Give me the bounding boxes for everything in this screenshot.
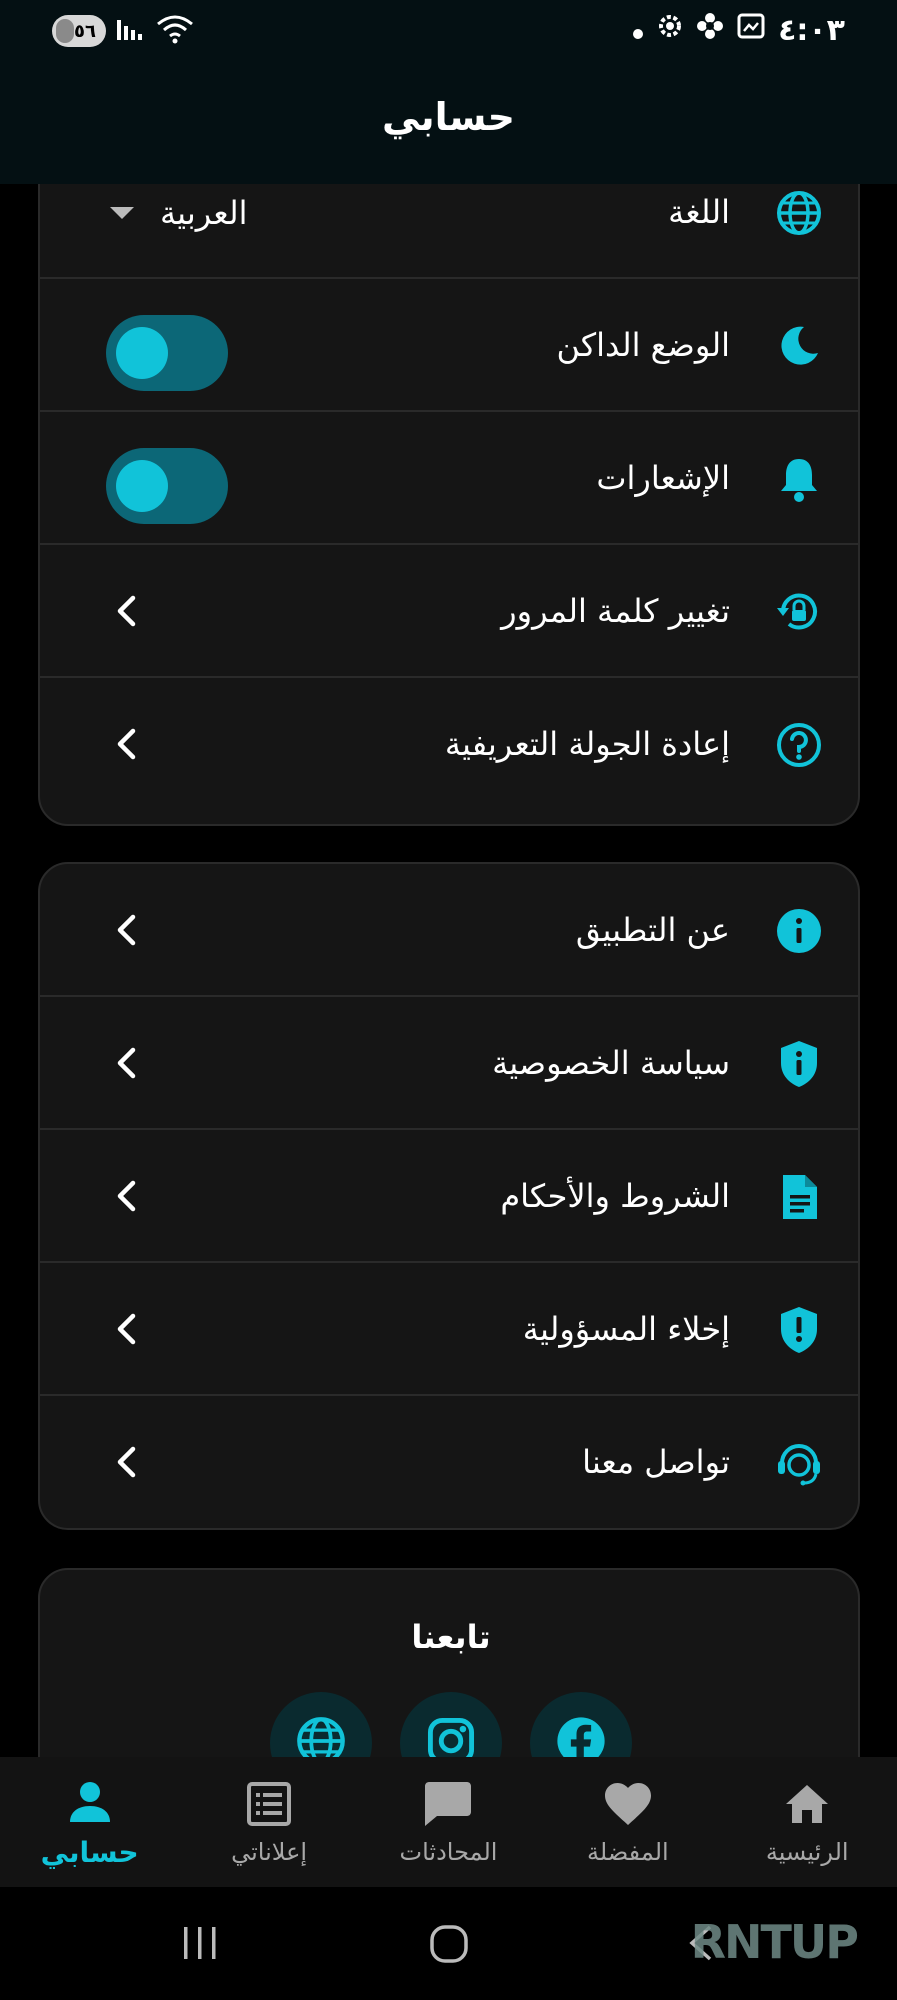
info-icon xyxy=(774,906,824,956)
home-button[interactable] xyxy=(428,1923,470,1969)
language-row[interactable]: اللغة العربية xyxy=(40,184,858,279)
replay-tour-label: إعادة الجولة التعريفية xyxy=(444,725,730,763)
signal-icon xyxy=(116,16,146,46)
disclaimer-row[interactable]: إخلاء المسؤولية xyxy=(40,1263,858,1396)
language-value: العربية xyxy=(160,193,248,232)
chevron-left-icon xyxy=(108,1045,144,1081)
nav-my-ads-label: إعلاناتي xyxy=(231,1838,308,1866)
nav-my-ads[interactable]: إعلاناتي xyxy=(184,1778,354,1866)
language-dropdown[interactable]: العربية xyxy=(110,184,247,279)
screenshot-icon xyxy=(736,12,766,48)
instagram-button[interactable] xyxy=(400,1692,502,1757)
status-bar: ٥٦ ٤:٠٣ xyxy=(0,0,897,62)
nav-home-label: الرئيسية xyxy=(765,1838,849,1866)
article-icon xyxy=(243,1778,295,1830)
globe-icon xyxy=(774,188,824,238)
wifi-icon xyxy=(156,14,194,48)
follow-us-title: تابعنا xyxy=(411,1618,491,1656)
replay-tour-row[interactable]: إعادة الجولة التعريفية xyxy=(40,678,858,811)
terms-label: الشروط والأحكام xyxy=(500,1177,730,1215)
nav-account-label: حسابي xyxy=(40,1835,139,1869)
nav-home[interactable]: الرئيسية xyxy=(722,1778,892,1866)
chevron-left-icon xyxy=(108,1311,144,1347)
nav-account[interactable]: حسابي xyxy=(5,1776,175,1869)
info-card: عن التطبيق سياسة الخصوصية الشروط والأحكا… xyxy=(38,862,860,1530)
facebook-icon xyxy=(554,1714,608,1757)
support-agent-icon xyxy=(774,1438,824,1488)
system-navigation-bar: RNTUP xyxy=(0,1887,897,2000)
privacy-row[interactable]: سياسة الخصوصية xyxy=(40,997,858,1130)
about-label: عن التطبيق xyxy=(575,911,730,949)
status-time: ٤:٠٣ xyxy=(778,12,845,48)
change-password-label: تغيير كلمة المرور xyxy=(501,592,730,630)
dark-mode-label: الوضع الداكن xyxy=(556,326,730,364)
battery-level: ٥٦ xyxy=(74,20,96,42)
shield-info-icon xyxy=(774,1039,824,1089)
status-right: ٤:٠٣ xyxy=(632,12,845,48)
settings-gear-icon xyxy=(656,12,684,48)
moon-icon xyxy=(774,321,824,371)
bell-icon xyxy=(774,454,824,504)
chevron-left-icon xyxy=(108,593,144,629)
follow-us-card: تابعنا xyxy=(38,1568,860,1757)
website-button[interactable] xyxy=(270,1692,372,1757)
chevron-left-icon xyxy=(108,1178,144,1214)
dark-mode-toggle[interactable] xyxy=(106,315,228,391)
person-icon xyxy=(64,1776,116,1828)
notifications-toggle[interactable] xyxy=(106,448,228,524)
dark-mode-row: الوضع الداكن xyxy=(40,279,858,412)
globe-icon xyxy=(295,1715,347,1757)
notifications-row: الإشعارات xyxy=(40,412,858,545)
battery-indicator: ٥٦ xyxy=(52,15,106,47)
contact-row[interactable]: تواصل معنا xyxy=(40,1396,858,1528)
nav-favorites-label: المفضلة xyxy=(587,1838,669,1866)
help-circle-icon xyxy=(774,720,824,770)
nav-chats[interactable]: المحادثات xyxy=(363,1778,533,1866)
chevron-left-icon xyxy=(108,1444,144,1480)
heart-icon xyxy=(602,1778,654,1830)
instagram-icon xyxy=(425,1715,477,1757)
document-icon xyxy=(774,1172,824,1222)
language-label: اللغة xyxy=(668,193,730,231)
flower-icon xyxy=(696,12,724,48)
privacy-label: سياسة الخصوصية xyxy=(492,1044,730,1082)
contact-label: تواصل معنا xyxy=(582,1443,730,1481)
about-row[interactable]: عن التطبيق xyxy=(40,864,858,997)
home-icon xyxy=(781,1778,833,1830)
chat-bubble-icon xyxy=(422,1778,474,1830)
watermark-logo: RNTUP xyxy=(690,1915,859,1969)
bottom-navigation: الرئيسية المفضلة المحادثات إعلاناتي حساب… xyxy=(0,1757,897,1887)
nav-chats-label: المحادثات xyxy=(399,1838,498,1866)
disclaimer-label: إخلاء المسؤولية xyxy=(522,1310,730,1348)
page-title: حسابي xyxy=(381,95,516,139)
lock-reset-icon xyxy=(774,587,824,637)
app-bar: حسابي xyxy=(0,62,897,184)
social-links xyxy=(40,1692,858,1757)
facebook-button[interactable] xyxy=(530,1692,632,1757)
chevron-left-icon xyxy=(108,912,144,948)
nav-favorites[interactable]: المفضلة xyxy=(543,1778,713,1866)
chevron-left-icon xyxy=(108,726,144,762)
shield-alert-icon xyxy=(774,1305,824,1355)
notifications-label: الإشعارات xyxy=(596,459,730,497)
status-left: ٥٦ xyxy=(52,14,194,48)
change-password-row[interactable]: تغيير كلمة المرور xyxy=(40,545,858,678)
recent-apps-button[interactable] xyxy=(180,1923,220,1967)
preferences-card: اللغة العربية الوضع الداكن الإشعارات تغي… xyxy=(38,184,860,826)
toggle-knob xyxy=(116,327,168,379)
caret-down-icon xyxy=(110,206,134,219)
settings-scroll-area[interactable]: اللغة العربية الوضع الداكن الإشعارات تغي… xyxy=(0,184,897,1757)
dot-icon xyxy=(632,13,644,48)
toggle-knob xyxy=(116,460,168,512)
terms-row[interactable]: الشروط والأحكام xyxy=(40,1130,858,1263)
